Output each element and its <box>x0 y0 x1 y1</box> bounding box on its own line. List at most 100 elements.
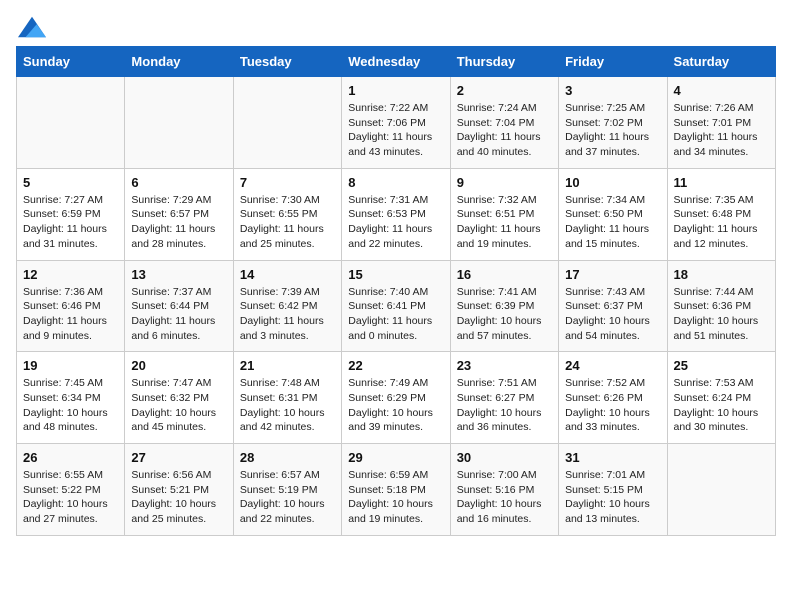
day-number: 26 <box>23 450 118 465</box>
logo-icon <box>18 16 46 38</box>
day-number: 23 <box>457 358 552 373</box>
day-number: 18 <box>674 267 769 282</box>
calendar-cell <box>233 77 341 169</box>
day-number: 22 <box>348 358 443 373</box>
day-info: Sunrise: 7:43 AMSunset: 6:37 PMDaylight:… <box>565 285 660 344</box>
day-info: Sunrise: 7:49 AMSunset: 6:29 PMDaylight:… <box>348 376 443 435</box>
calendar-cell: 24 Sunrise: 7:52 AMSunset: 6:26 PMDayligh… <box>559 352 667 444</box>
calendar-cell: 1 Sunrise: 7:22 AMSunset: 7:06 PMDaylight… <box>342 77 450 169</box>
day-header-thursday: Thursday <box>450 47 558 77</box>
day-info: Sunrise: 6:56 AMSunset: 5:21 PMDaylight:… <box>131 468 226 527</box>
calendar-cell: 18 Sunrise: 7:44 AMSunset: 6:36 PMDayligh… <box>667 260 775 352</box>
day-info: Sunrise: 7:47 AMSunset: 6:32 PMDaylight:… <box>131 376 226 435</box>
day-number: 20 <box>131 358 226 373</box>
day-number: 6 <box>131 175 226 190</box>
day-info: Sunrise: 6:59 AMSunset: 5:18 PMDaylight:… <box>348 468 443 527</box>
day-info: Sunrise: 7:48 AMSunset: 6:31 PMDaylight:… <box>240 376 335 435</box>
day-number: 5 <box>23 175 118 190</box>
day-info: Sunrise: 7:45 AMSunset: 6:34 PMDaylight:… <box>23 376 118 435</box>
day-info: Sunrise: 7:31 AMSunset: 6:53 PMDaylight:… <box>348 193 443 252</box>
calendar-cell: 20 Sunrise: 7:47 AMSunset: 6:32 PMDayligh… <box>125 352 233 444</box>
day-number: 19 <box>23 358 118 373</box>
day-number: 14 <box>240 267 335 282</box>
day-number: 29 <box>348 450 443 465</box>
calendar-week-3: 12 Sunrise: 7:36 AMSunset: 6:46 PMDayligh… <box>17 260 776 352</box>
day-info: Sunrise: 7:27 AMSunset: 6:59 PMDaylight:… <box>23 193 118 252</box>
calendar-cell: 21 Sunrise: 7:48 AMSunset: 6:31 PMDayligh… <box>233 352 341 444</box>
calendar-cell <box>17 77 125 169</box>
calendar-cell: 30 Sunrise: 7:00 AMSunset: 5:16 PMDayligh… <box>450 444 558 536</box>
day-number: 28 <box>240 450 335 465</box>
day-info: Sunrise: 7:30 AMSunset: 6:55 PMDaylight:… <box>240 193 335 252</box>
day-info: Sunrise: 7:37 AMSunset: 6:44 PMDaylight:… <box>131 285 226 344</box>
calendar-cell: 8 Sunrise: 7:31 AMSunset: 6:53 PMDaylight… <box>342 168 450 260</box>
day-info: Sunrise: 6:55 AMSunset: 5:22 PMDaylight:… <box>23 468 118 527</box>
day-info: Sunrise: 7:52 AMSunset: 6:26 PMDaylight:… <box>565 376 660 435</box>
calendar-cell: 16Sunrise: 7:41 AMSunset: 6:39 PMDayligh… <box>450 260 558 352</box>
page-header <box>16 16 776 34</box>
calendar-cell: 11 Sunrise: 7:35 AMSunset: 6:48 PMDayligh… <box>667 168 775 260</box>
calendar-cell: 5 Sunrise: 7:27 AMSunset: 6:59 PMDaylight… <box>17 168 125 260</box>
day-number: 3 <box>565 83 660 98</box>
calendar-cell: 19 Sunrise: 7:45 AMSunset: 6:34 PMDayligh… <box>17 352 125 444</box>
day-number: 12 <box>23 267 118 282</box>
day-info: Sunrise: 7:32 AMSunset: 6:51 PMDaylight:… <box>457 193 552 252</box>
calendar-cell: 23 Sunrise: 7:51 AMSunset: 6:27 PMDayligh… <box>450 352 558 444</box>
calendar-cell: 29 Sunrise: 6:59 AMSunset: 5:18 PMDayligh… <box>342 444 450 536</box>
day-number: 31 <box>565 450 660 465</box>
day-number: 9 <box>457 175 552 190</box>
calendar-header-row: SundayMondayTuesdayWednesdayThursdayFrid… <box>17 47 776 77</box>
day-header-tuesday: Tuesday <box>233 47 341 77</box>
calendar-week-5: 26 Sunrise: 6:55 AMSunset: 5:22 PMDayligh… <box>17 444 776 536</box>
calendar-cell: 12 Sunrise: 7:36 AMSunset: 6:46 PMDayligh… <box>17 260 125 352</box>
day-number: 11 <box>674 175 769 190</box>
day-info: Sunrise: 7:39 AMSunset: 6:42 PMDaylight:… <box>240 285 335 344</box>
calendar-cell <box>125 77 233 169</box>
calendar-week-2: 5 Sunrise: 7:27 AMSunset: 6:59 PMDaylight… <box>17 168 776 260</box>
day-info: Sunrise: 7:01 AMSunset: 5:15 PMDaylight:… <box>565 468 660 527</box>
day-header-monday: Monday <box>125 47 233 77</box>
day-info: Sunrise: 7:34 AMSunset: 6:50 PMDaylight:… <box>565 193 660 252</box>
day-info: Sunrise: 7:44 AMSunset: 6:36 PMDaylight:… <box>674 285 769 344</box>
calendar-cell: 4Sunrise: 7:26 AMSunset: 7:01 PMDaylight… <box>667 77 775 169</box>
day-number: 30 <box>457 450 552 465</box>
calendar-week-4: 19 Sunrise: 7:45 AMSunset: 6:34 PMDayligh… <box>17 352 776 444</box>
calendar-cell: 7Sunrise: 7:30 AMSunset: 6:55 PMDaylight… <box>233 168 341 260</box>
calendar-cell: 2 Sunrise: 7:24 AMSunset: 7:04 PMDaylight… <box>450 77 558 169</box>
day-header-saturday: Saturday <box>667 47 775 77</box>
day-info: Sunrise: 7:22 AMSunset: 7:06 PMDaylight:… <box>348 101 443 160</box>
day-info: Sunrise: 7:40 AMSunset: 6:41 PMDaylight:… <box>348 285 443 344</box>
day-number: 21 <box>240 358 335 373</box>
calendar-cell: 25Sunrise: 7:53 AMSunset: 6:24 PMDayligh… <box>667 352 775 444</box>
calendar-cell: 6 Sunrise: 7:29 AMSunset: 6:57 PMDaylight… <box>125 168 233 260</box>
day-number: 8 <box>348 175 443 190</box>
day-header-sunday: Sunday <box>17 47 125 77</box>
day-number: 10 <box>565 175 660 190</box>
calendar-cell: 9 Sunrise: 7:32 AMSunset: 6:51 PMDaylight… <box>450 168 558 260</box>
calendar: SundayMondayTuesdayWednesdayThursdayFrid… <box>16 46 776 536</box>
day-number: 2 <box>457 83 552 98</box>
day-info: Sunrise: 7:24 AMSunset: 7:04 PMDaylight:… <box>457 101 552 160</box>
day-number: 27 <box>131 450 226 465</box>
day-header-wednesday: Wednesday <box>342 47 450 77</box>
logo <box>16 16 46 34</box>
day-info: Sunrise: 7:35 AMSunset: 6:48 PMDaylight:… <box>674 193 769 252</box>
day-info: Sunrise: 7:29 AMSunset: 6:57 PMDaylight:… <box>131 193 226 252</box>
day-info: Sunrise: 7:36 AMSunset: 6:46 PMDaylight:… <box>23 285 118 344</box>
day-info: Sunrise: 7:26 AMSunset: 7:01 PMDaylight:… <box>674 101 769 160</box>
day-info: Sunrise: 7:41 AMSunset: 6:39 PMDaylight:… <box>457 285 552 344</box>
day-number: 1 <box>348 83 443 98</box>
day-header-friday: Friday <box>559 47 667 77</box>
calendar-cell: 27 Sunrise: 6:56 AMSunset: 5:21 PMDayligh… <box>125 444 233 536</box>
day-number: 13 <box>131 267 226 282</box>
calendar-cell: 31 Sunrise: 7:01 AMSunset: 5:15 PMDayligh… <box>559 444 667 536</box>
day-number: 15 <box>348 267 443 282</box>
calendar-cell <box>667 444 775 536</box>
day-info: Sunrise: 7:00 AMSunset: 5:16 PMDaylight:… <box>457 468 552 527</box>
calendar-cell: 28Sunrise: 6:57 AMSunset: 5:19 PMDayligh… <box>233 444 341 536</box>
calendar-cell: 14 Sunrise: 7:39 AMSunset: 6:42 PMDayligh… <box>233 260 341 352</box>
day-info: Sunrise: 7:51 AMSunset: 6:27 PMDaylight:… <box>457 376 552 435</box>
calendar-cell: 3Sunrise: 7:25 AMSunset: 7:02 PMDaylight… <box>559 77 667 169</box>
day-number: 24 <box>565 358 660 373</box>
calendar-cell: 17Sunrise: 7:43 AMSunset: 6:37 PMDayligh… <box>559 260 667 352</box>
